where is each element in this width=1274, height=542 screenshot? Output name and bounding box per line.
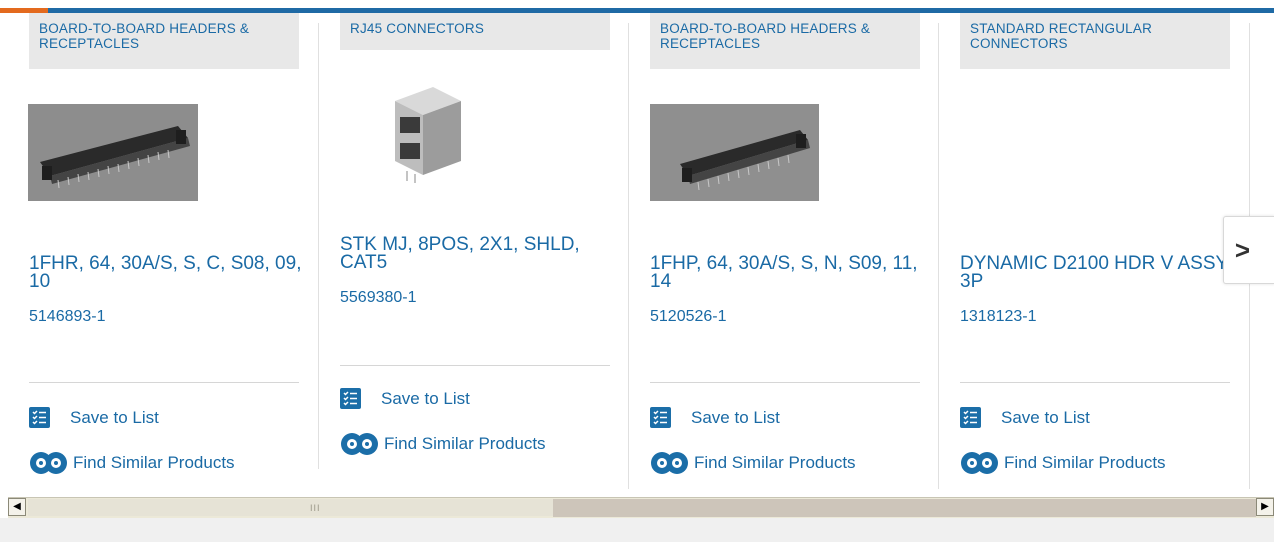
save-to-list-label: Save to List xyxy=(381,388,470,408)
scroll-right-button[interactable]: ▶ xyxy=(1256,498,1274,516)
product-name-link[interactable]: DYNAMIC D2100 HDR V ASSY 3P xyxy=(960,254,1235,291)
part-number-link[interactable]: 5120526-1 xyxy=(650,308,727,326)
save-to-list-label: Save to List xyxy=(1001,407,1090,427)
save-to-list-button[interactable]: Save to List xyxy=(960,407,1090,428)
checklist-icon xyxy=(29,407,50,428)
similar-products-icon xyxy=(30,452,67,474)
product-image[interactable] xyxy=(385,79,465,183)
part-number-link[interactable]: 1318123-1 xyxy=(960,308,1037,326)
scrollbar-track[interactable] xyxy=(553,499,1256,517)
find-similar-products-button[interactable]: Find Similar Products xyxy=(960,449,1166,477)
save-to-list-button[interactable]: Save to List xyxy=(29,407,159,428)
save-to-list-label: Save to List xyxy=(70,407,159,427)
scroll-left-button[interactable]: ◀ xyxy=(8,498,26,516)
similar-products-icon xyxy=(651,452,688,474)
category-label[interactable]: STANDARD RECTANGULAR CONNECTORS xyxy=(960,13,1230,69)
find-similar-label: Find Similar Products xyxy=(384,434,546,453)
part-number-link[interactable]: 5569380-1 xyxy=(340,289,417,307)
product-image[interactable] xyxy=(28,104,198,201)
category-label[interactable]: BOARD-TO-BOARD HEADERS & RECEPTACLES xyxy=(29,13,299,69)
product-carousel: BOARD-TO-BOARD HEADERS & RECEPTACLES 1FH… xyxy=(0,13,1274,490)
product-name-link[interactable]: 1FHP, 64, 30A/S, S, N, S09, 11, 14 xyxy=(650,254,925,291)
find-similar-products-button[interactable]: Find Similar Products xyxy=(29,449,235,477)
column-divider xyxy=(318,23,319,469)
card-divider xyxy=(650,382,920,383)
save-to-list-button[interactable]: Save to List xyxy=(340,388,470,409)
card-divider xyxy=(340,365,610,366)
horizontal-scrollbar[interactable]: ◀ III ▶ xyxy=(8,497,1274,519)
product-name-link[interactable]: STK MJ, 8POS, 2X1, SHLD, CAT5 xyxy=(340,235,615,272)
find-similar-label: Find Similar Products xyxy=(694,453,856,472)
column-divider xyxy=(938,23,939,489)
column-divider xyxy=(628,23,629,489)
page-footer-area xyxy=(0,518,1274,542)
checklist-icon xyxy=(960,407,981,428)
find-similar-products-button[interactable]: Find Similar Products xyxy=(650,449,856,477)
arrow-right-icon: ▶ xyxy=(1261,501,1269,512)
save-to-list-label: Save to List xyxy=(691,407,780,427)
product-image[interactable] xyxy=(650,104,819,201)
card-divider xyxy=(29,382,299,383)
find-similar-label: Find Similar Products xyxy=(73,453,235,472)
part-number-link[interactable]: 5146893-1 xyxy=(29,308,106,326)
checklist-icon xyxy=(650,407,671,428)
save-to-list-button[interactable]: Save to List xyxy=(650,407,780,428)
find-similar-products-button[interactable]: Find Similar Products xyxy=(340,430,546,458)
carousel-next-button[interactable]: > xyxy=(1223,216,1274,284)
similar-products-icon xyxy=(341,433,378,455)
find-similar-label: Find Similar Products xyxy=(1004,453,1166,472)
category-label[interactable]: RJ45 CONNECTORS xyxy=(340,13,610,50)
similar-products-icon xyxy=(961,452,998,474)
scrollbar-grip: III xyxy=(310,503,321,513)
arrow-left-icon: ◀ xyxy=(13,501,21,512)
checklist-icon xyxy=(340,388,361,409)
chevron-right-icon: > xyxy=(1234,235,1251,265)
scrollbar-thumb[interactable]: III xyxy=(28,499,554,516)
card-divider xyxy=(960,382,1230,383)
category-label[interactable]: BOARD-TO-BOARD HEADERS & RECEPTACLES xyxy=(650,13,920,69)
product-name-link[interactable]: 1FHR, 64, 30A/S, S, C, S08, 09, 10 xyxy=(29,254,304,291)
